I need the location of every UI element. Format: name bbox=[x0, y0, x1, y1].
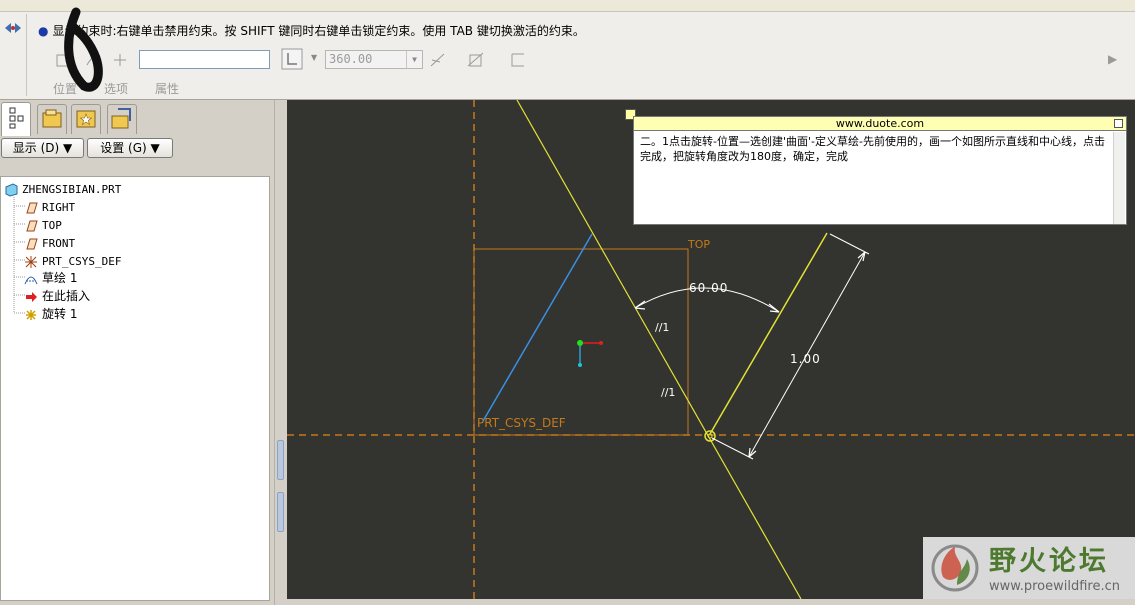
tree-item-label: TOP bbox=[42, 219, 62, 232]
tree-item-csys[interactable]: PRT_CSYS_DEF bbox=[23, 253, 121, 270]
angle-value: 360.00 bbox=[329, 52, 373, 66]
chevron-down-icon[interactable]: ▼ bbox=[311, 53, 317, 62]
angle-option-icon[interactable] bbox=[281, 48, 305, 70]
insert-arrow-icon bbox=[26, 291, 37, 302]
tree-item-sketch[interactable]: 草绘 1 bbox=[23, 270, 77, 287]
dim-extension-top bbox=[829, 233, 870, 255]
revolve-icon bbox=[26, 309, 36, 320]
tree-item-top[interactable]: TOP bbox=[23, 217, 62, 234]
parallel-mark-1: //1 bbox=[655, 321, 669, 334]
note-body: 二。1点击旋转-位置—选创建'曲面'-定义草绘-先前使用的，画一个如图所示直线和… bbox=[640, 135, 1105, 163]
show-dropdown-button[interactable]: 显示 (D) ▼ bbox=[1, 138, 84, 158]
favorites-icon bbox=[76, 110, 96, 128]
dashboard-separator bbox=[26, 14, 27, 96]
datum-plane-icon bbox=[26, 220, 38, 232]
model-tree-icon bbox=[9, 107, 24, 129]
note-close-icon[interactable] bbox=[1114, 119, 1123, 128]
angle-value-select[interactable]: 360.00 ▼ bbox=[325, 50, 423, 69]
panel-splitter[interactable] bbox=[274, 100, 287, 605]
datum-plane-icon bbox=[26, 238, 38, 250]
flip-direction-icon[interactable] bbox=[428, 50, 448, 70]
connections-icon bbox=[111, 108, 131, 129]
tab-favorites[interactable] bbox=[71, 104, 101, 134]
sketch-line-blue bbox=[482, 233, 593, 422]
constraint-icon[interactable] bbox=[2, 18, 24, 40]
remove-material-icon[interactable] bbox=[508, 50, 528, 70]
part-icon bbox=[5, 183, 18, 197]
tree-item-label: 旋转 1 bbox=[42, 307, 78, 321]
tree-item-label: PRT_CSYS_DEF bbox=[42, 255, 122, 268]
csys-x-end bbox=[599, 341, 603, 345]
message-line: ● 显示约束时:右键单击禁用约束。按 SHIFT 键同时右键单击锁定约束。使用 T… bbox=[38, 24, 585, 38]
tree-item-insert-here[interactable]: 在此插入 bbox=[23, 288, 90, 305]
sketch-icon bbox=[24, 276, 38, 284]
note-title-bar[interactable]: www.duote.com bbox=[634, 117, 1126, 131]
tree-item-root[interactable]: ZHENGSIBIAN.PRT bbox=[3, 181, 121, 198]
forum-watermark: 野火论坛 www.proewildfire.cn bbox=[923, 537, 1135, 599]
note-title: www.duote.com bbox=[835, 117, 925, 130]
tree-item-front[interactable]: FRONT bbox=[23, 235, 75, 252]
tab-properties[interactable]: 属性 bbox=[155, 80, 179, 97]
settings-dropdown-button[interactable]: 设置 (G) ▼ bbox=[87, 138, 173, 158]
tree-item-label: FRONT bbox=[42, 237, 76, 250]
csys-label: PRT_CSYS_DEF bbox=[477, 416, 566, 430]
tree-item-label: 草绘 1 bbox=[42, 271, 78, 285]
csys-y-end bbox=[578, 363, 582, 367]
navigator-tabs bbox=[0, 102, 274, 136]
play-icon[interactable]: ▶ bbox=[1108, 52, 1117, 66]
tree-item-label: ZHENGSIBIAN.PRT bbox=[22, 183, 122, 196]
top-datum-label: TOP bbox=[687, 238, 710, 251]
axis-collector-field[interactable] bbox=[139, 50, 270, 69]
dim-extension-bottom bbox=[711, 437, 754, 460]
status-strip bbox=[287, 599, 1135, 605]
tree-item-revolve[interactable]: 旋转 1 bbox=[23, 306, 77, 323]
coordinate-system-icon bbox=[25, 256, 37, 268]
note-scrollbar[interactable] bbox=[1113, 132, 1125, 224]
tab-model-tree[interactable] bbox=[1, 102, 31, 136]
handwritten-mark bbox=[64, 7, 103, 92]
csys-origin bbox=[577, 340, 583, 346]
tree-item-label: 在此插入 bbox=[42, 289, 91, 303]
watermark-url: www.proewildfire.cn bbox=[989, 579, 1120, 594]
datum-plane-icon bbox=[26, 202, 38, 214]
dashboard-top-strip bbox=[0, 0, 1135, 12]
feature-dashboard: ● 显示约束时:右键单击禁用约束。按 SHIFT 键同时右键单击锁定约束。使用 T… bbox=[0, 0, 1135, 100]
tab-folder-browser[interactable] bbox=[37, 104, 67, 134]
flame-logo bbox=[931, 544, 979, 592]
collapse-left-handle[interactable] bbox=[277, 440, 284, 480]
message-text: 显示约束时:右键单击禁用约束。按 SHIFT 键同时右键单击锁定约束。使用 TA… bbox=[52, 24, 585, 38]
expand-right-handle[interactable] bbox=[277, 492, 284, 532]
chevron-down-icon[interactable]: ▼ bbox=[406, 51, 422, 68]
angle-dim-text: 60.00 bbox=[689, 281, 728, 295]
geometry-line-yellow bbox=[709, 232, 828, 435]
parallel-mark-2: //1 bbox=[661, 386, 675, 399]
tab-connections[interactable] bbox=[107, 104, 137, 134]
length-dim-text: 1.00 bbox=[790, 352, 821, 366]
annotation-note: www.duote.com 二。1点击旋转-位置—选创建'曲面'-定义草绘-先前… bbox=[633, 116, 1127, 225]
folder-icon bbox=[42, 109, 62, 128]
navigator-panel: 显示 (D) ▼ 设置 (G) ▼ ZHENGSIBIAN.PRT RIGHT … bbox=[0, 100, 274, 605]
tree-item-right[interactable]: RIGHT bbox=[23, 199, 75, 216]
tree-item-label: RIGHT bbox=[42, 201, 76, 214]
watermark-title: 野火论坛 bbox=[989, 546, 1109, 577]
thicken-icon[interactable] bbox=[466, 50, 486, 70]
model-tree: ZHENGSIBIAN.PRT RIGHT TOP FRONT PRT_CSYS… bbox=[0, 176, 270, 601]
